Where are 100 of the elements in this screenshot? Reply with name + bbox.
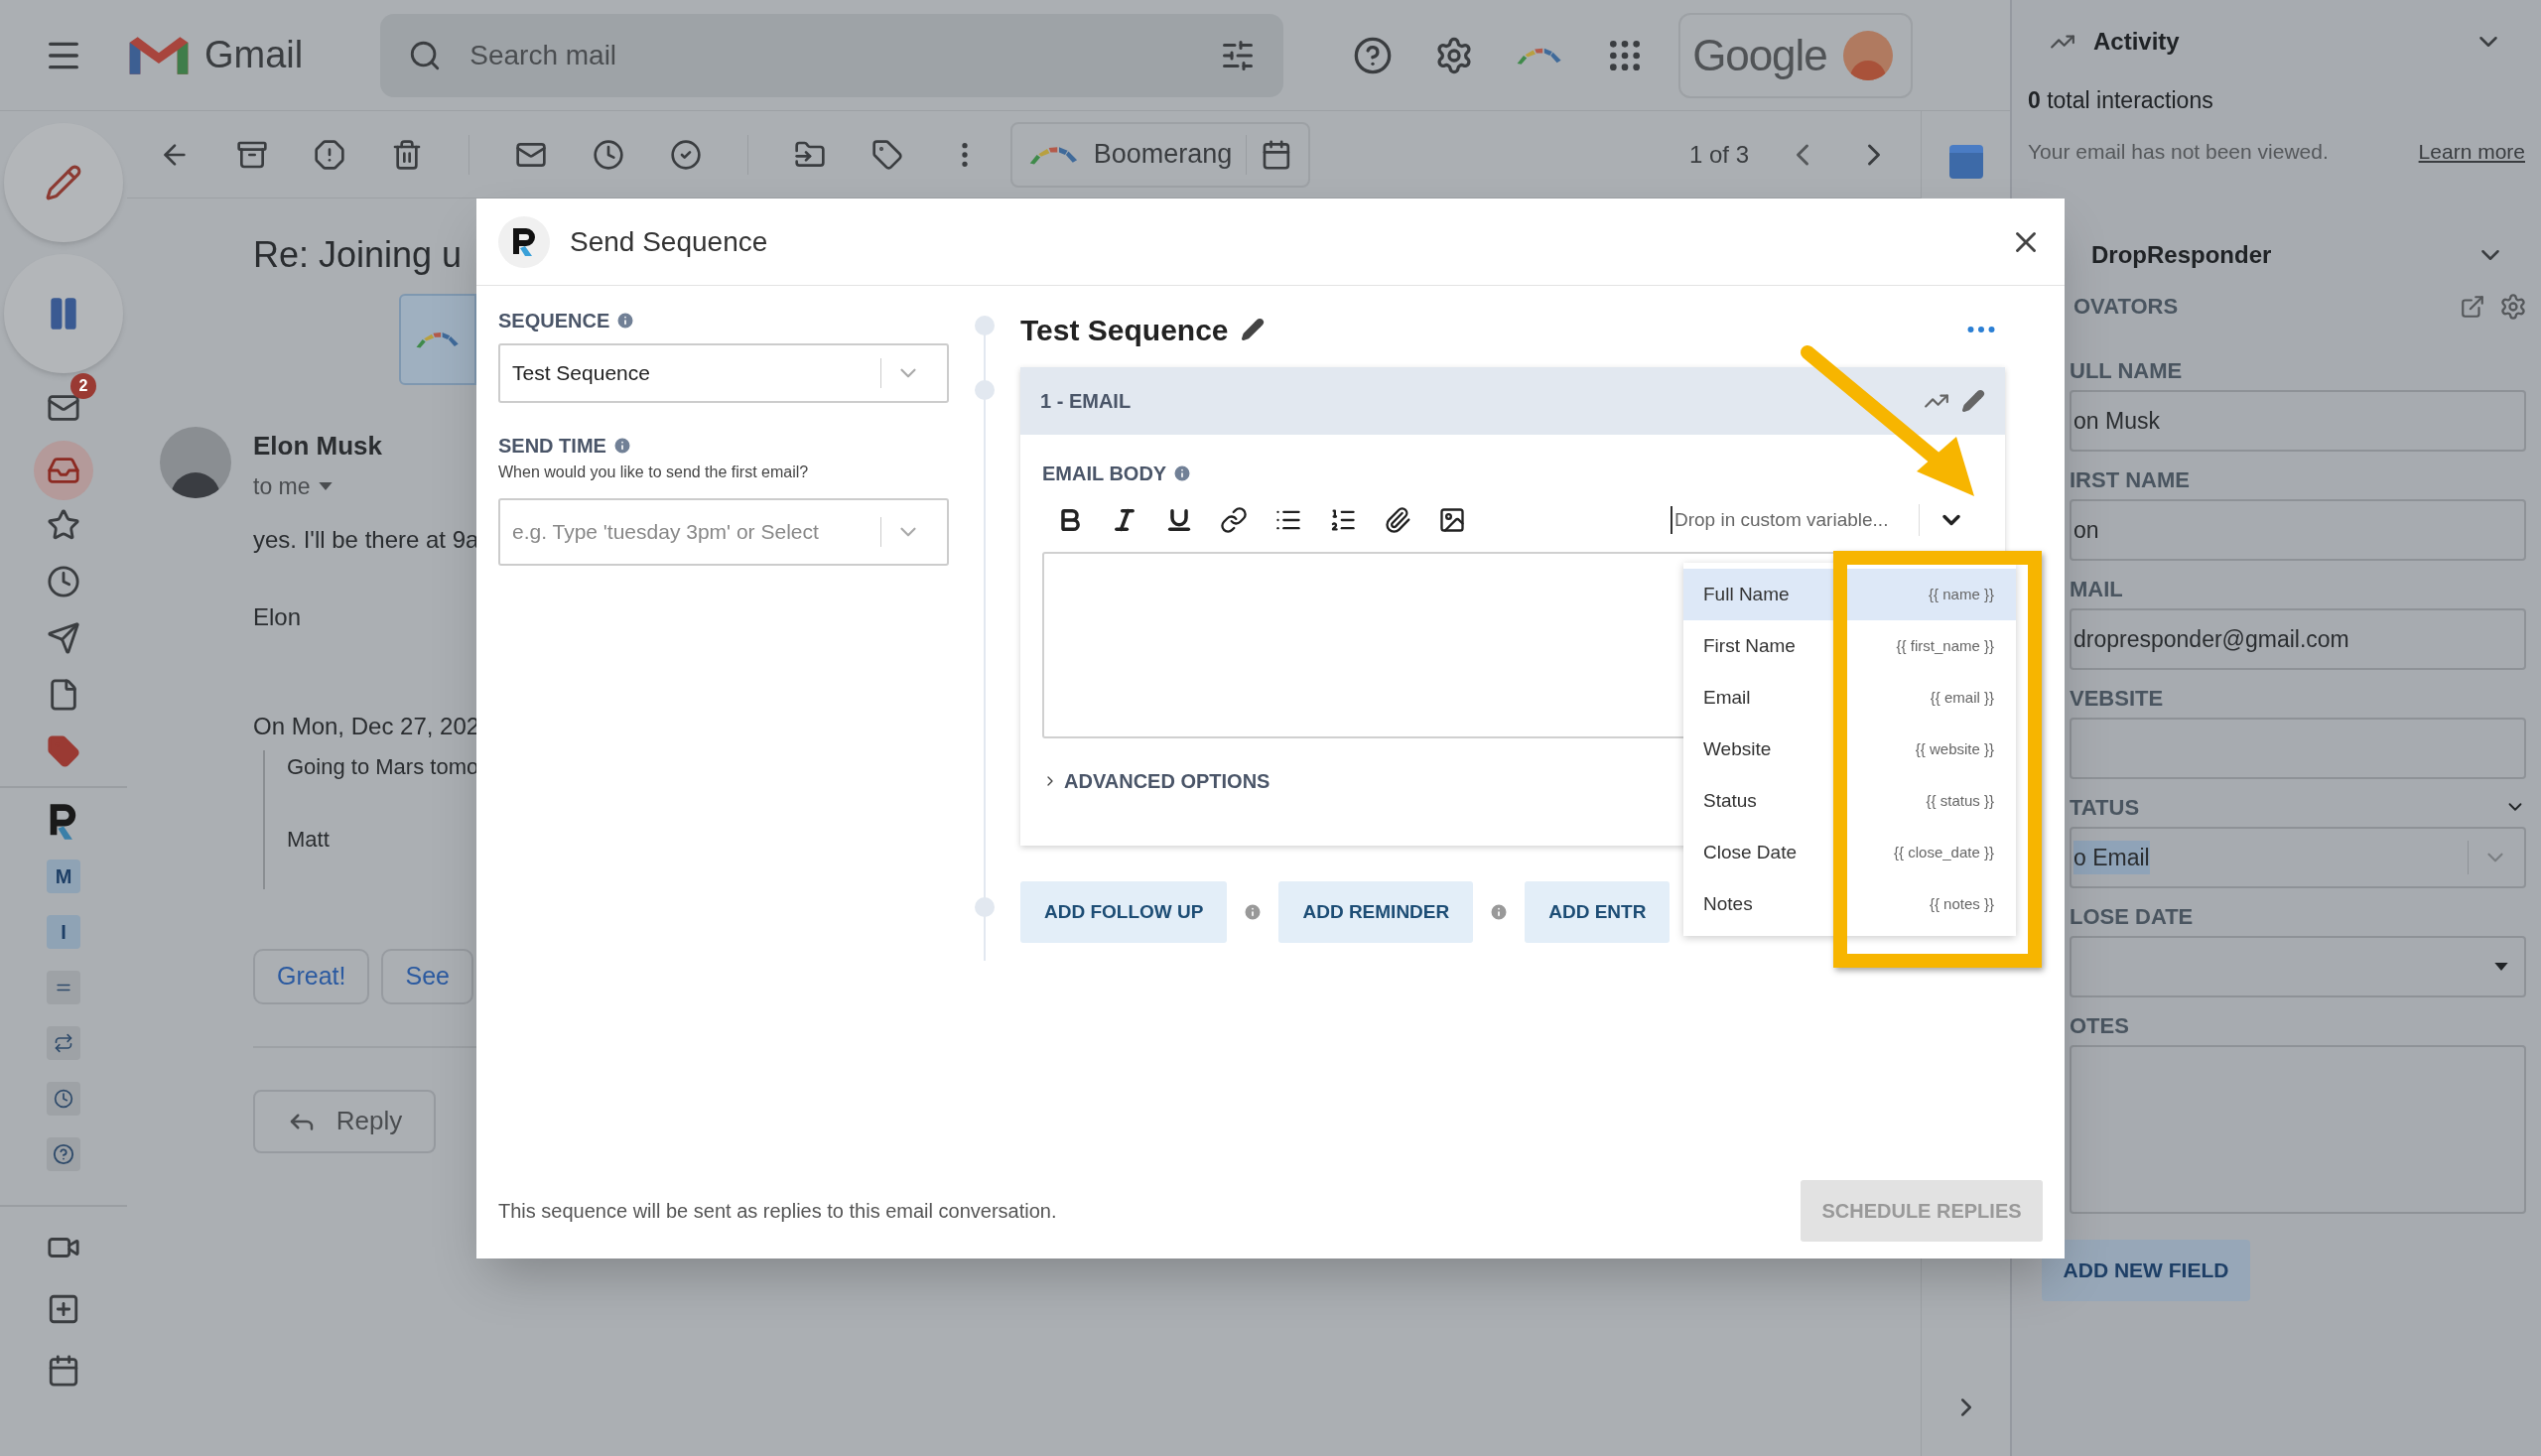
variable-picker[interactable]: Drop in custom variable... [1671, 504, 1983, 536]
field-hint: When would you like to send the first email? [498, 463, 810, 482]
send-time-select[interactable]: e.g. Type 'tuesday 3pm' or Select [498, 498, 949, 566]
variable-option[interactable]: Close Date {{ close_date }} [1683, 827, 2016, 878]
action-button[interactable]: ADD REMINDER [1278, 881, 1474, 943]
advanced-options-toggle[interactable]: ADVANCED OPTIONS [1064, 766, 1270, 796]
variable-option[interactable]: Status {{ status }} [1683, 775, 2016, 827]
recipient-text: to me [253, 472, 311, 501]
pencil-icon[interactable] [1961, 389, 1985, 413]
clock-icon[interactable] [47, 565, 80, 598]
body-text: yes. I'll be there at 9a [253, 524, 480, 555]
quoted-text: Matt [287, 825, 331, 854]
info-icon [1172, 463, 1193, 483]
field-label: TATUS [2070, 793, 2140, 822]
sender-name: Elon Musk [253, 430, 383, 463]
reply-button[interactable]: Reply [253, 1089, 436, 1153]
caret-icon[interactable] [318, 482, 333, 491]
external-link-icon[interactable] [2460, 293, 2485, 320]
action-button[interactable]: ADD FOLLOW UP [1020, 881, 1228, 943]
star-icon[interactable] [47, 508, 80, 542]
trash-icon[interactable] [391, 138, 423, 171]
task-icon[interactable] [670, 138, 702, 171]
learn-more-link[interactable]: Learn more [2418, 135, 2525, 167]
field-label: OTES [2070, 1011, 2129, 1040]
caret-icon [2494, 963, 2508, 971]
list-name: OVATORS [2073, 293, 2179, 321]
select-field[interactable]: o Email [2070, 827, 2526, 888]
action-button[interactable]: ADD ENTR [1525, 881, 1671, 943]
clock-icon[interactable] [54, 1089, 73, 1109]
info-icon [1489, 902, 1510, 922]
field-label: ULL NAME [2070, 356, 2183, 385]
field-label: VEBSITE [2070, 684, 2164, 713]
help-icon[interactable] [1353, 35, 1394, 75]
field-label: SEND TIME [498, 434, 606, 459]
add-video-icon[interactable] [47, 1292, 80, 1326]
variable-option[interactable]: Notes {{ notes }} [1683, 878, 2016, 930]
link-icon[interactable] [1220, 506, 1248, 534]
step-title: 1 - EMAIL [1040, 389, 1132, 414]
notes-field[interactable] [2070, 1045, 2526, 1214]
field-label: EMAIL BODY [1042, 462, 1167, 486]
calendar-app-icon[interactable] [1948, 145, 1983, 179]
email-subject: Re: Joining u [253, 233, 463, 277]
dialog-title: Send Sequence [570, 224, 768, 259]
quoted-text: Going to Mars tomo [287, 752, 480, 781]
quote-header: On Mon, Dec 27, 202 [253, 711, 481, 741]
info-icon [1243, 902, 1264, 922]
calendar-icon[interactable] [1261, 138, 1292, 171]
image-icon[interactable] [1438, 506, 1466, 534]
addon-tile[interactable]: I [47, 915, 80, 949]
sequence-title: Test Sequence [1020, 312, 1229, 348]
pager-text: 1 of 3 [1689, 139, 1750, 170]
view-status: Your email has not been viewed. [2028, 138, 2329, 165]
footer-note: This sequence will be sent as replies to this email conversation. [498, 1199, 1057, 1224]
date-field[interactable] [2070, 936, 2526, 997]
info-icon [615, 311, 636, 331]
unread-badge: 2 [70, 373, 96, 399]
r-logo [498, 215, 550, 268]
help-icon[interactable] [53, 1143, 74, 1165]
field-label: LOSE DATE [2070, 902, 2194, 931]
pencil-icon [45, 164, 82, 201]
send-time-field[interactable]: e.g. Type 'tuesday 3pm' or Select [512, 516, 880, 548]
variable-field[interactable]: Drop in custom variable... [1671, 505, 1919, 535]
repeat-icon[interactable] [54, 1033, 73, 1053]
boomerang-button[interactable]: Boomerang [1010, 121, 1310, 188]
label-icon[interactable] [47, 734, 80, 768]
section-title: DropResponder [2091, 240, 2272, 270]
account-button[interactable]: Google [1678, 12, 1914, 98]
underline-icon[interactable] [1165, 506, 1193, 534]
text-field[interactable] [2070, 718, 2526, 779]
variable-option[interactable]: Full Name {{ name }} [1683, 569, 2016, 620]
search-field[interactable]: Search mail [469, 34, 1221, 76]
field-label: IRST NAME [2070, 465, 2190, 494]
paperclip-icon[interactable] [1384, 506, 1411, 534]
settings-icon[interactable] [2499, 292, 2527, 321]
schedule-button: SCHEDULE REPLIES [1801, 1180, 2043, 1242]
variable-option[interactable]: Email {{ email }} [1683, 672, 2016, 724]
variable-option[interactable]: First Name {{ first_name }} [1683, 620, 2016, 672]
clock-icon[interactable] [593, 138, 624, 171]
text-field[interactable]: on Musk [2070, 390, 2526, 452]
send-icon[interactable] [47, 621, 80, 655]
search-bar[interactable]: Search mail [380, 13, 1284, 97]
boomerang-logo [415, 330, 461, 349]
variable-option[interactable]: Website {{ website }} [1683, 724, 2016, 775]
add-field-button[interactable]: ADD NEW FIELD [2042, 1240, 2250, 1301]
field-label: MAIL [2070, 575, 2123, 603]
pencil-icon[interactable] [1240, 318, 1265, 341]
label-icon[interactable] [871, 138, 903, 171]
sequence-select[interactable]: Test Sequence [498, 343, 949, 403]
field-label: SEQUENCE [498, 309, 610, 333]
calendar-icon[interactable] [47, 1354, 80, 1388]
addon-tile[interactable]: M [47, 860, 80, 893]
section-title: Activity [2093, 27, 2180, 57]
smart-reply-button[interactable]: See [381, 948, 473, 1004]
body-text: Elon [253, 601, 303, 632]
text-field[interactable]: dropresponder@gmail.com [2070, 608, 2526, 670]
spam-icon[interactable] [314, 138, 345, 171]
text-field[interactable]: on [2070, 499, 2526, 561]
info-icon [611, 436, 632, 456]
smart-reply-button[interactable]: Great! [253, 948, 370, 1004]
app-name: Gmail [204, 33, 304, 77]
